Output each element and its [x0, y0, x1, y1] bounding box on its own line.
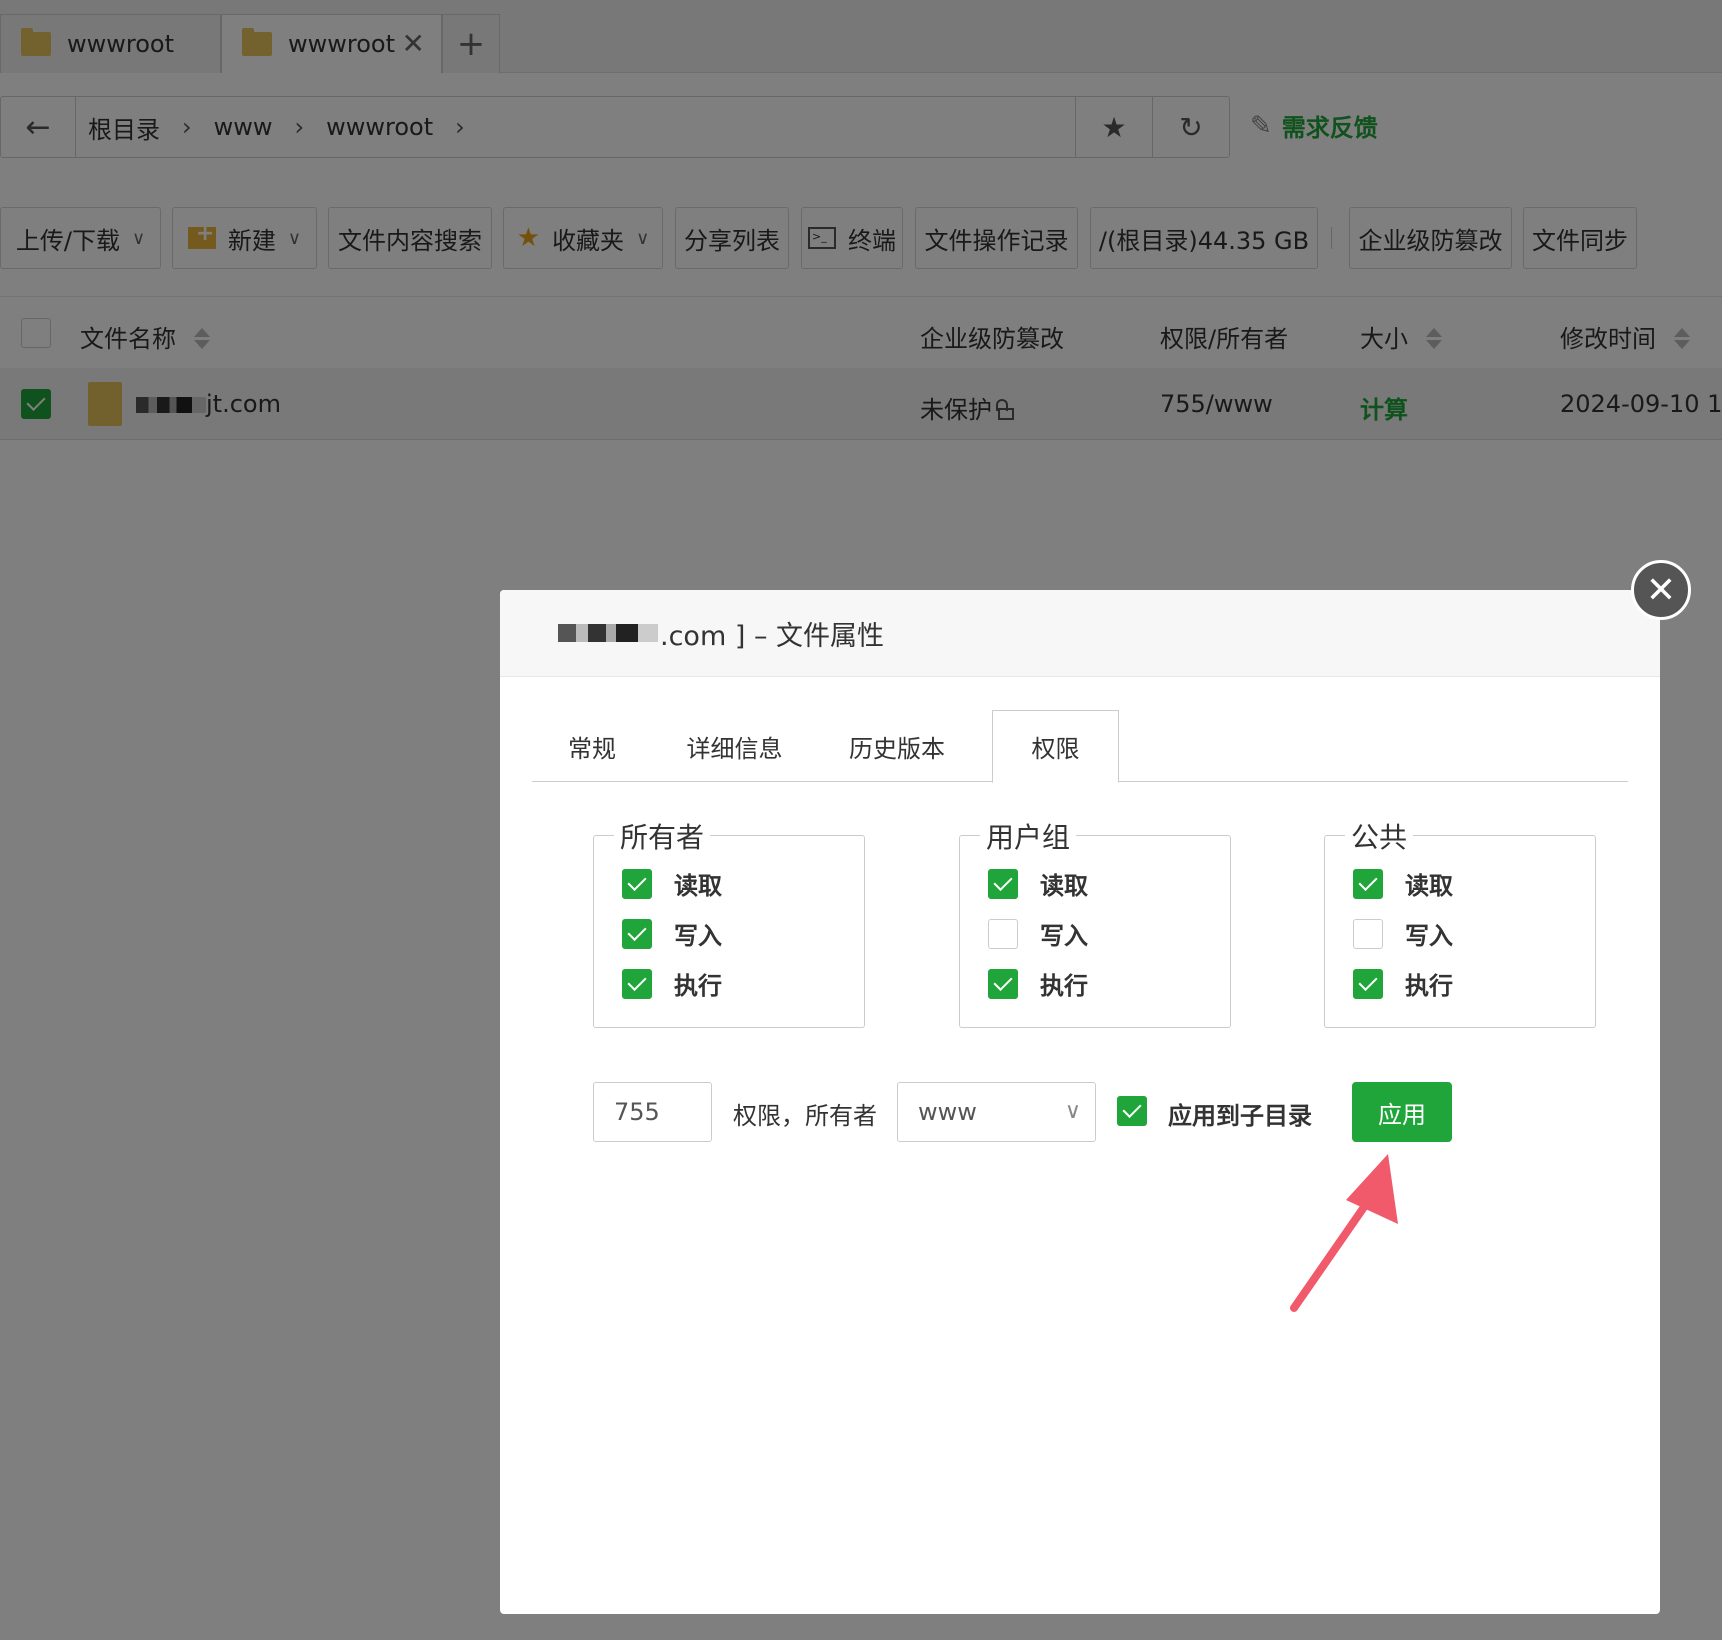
tab-general[interactable]: 常规: [532, 710, 652, 782]
checkbox[interactable]: [622, 968, 652, 999]
checkbox[interactable]: [1353, 918, 1383, 949]
perm-label: 写入: [1405, 922, 1453, 950]
owner-write[interactable]: 写入: [622, 916, 722, 951]
mode-label: 权限，所有者: [733, 1102, 877, 1130]
mode-input[interactable]: 755: [593, 1082, 712, 1142]
group-title: 公共: [1345, 816, 1414, 856]
apply-subdir-checkbox[interactable]: [1117, 1096, 1147, 1126]
tab-permissions[interactable]: 权限: [992, 710, 1119, 783]
group-write[interactable]: 写入: [988, 916, 1088, 951]
checkbox[interactable]: [1353, 868, 1383, 899]
owner-permissions: 所有者 读取 写入 执行: [593, 816, 865, 1028]
perm-label: 执行: [674, 972, 722, 1000]
perm-label: 执行: [1405, 972, 1453, 1000]
perm-label: 写入: [674, 922, 722, 950]
perm-label: 写入: [1040, 922, 1088, 950]
public-exec[interactable]: 执行: [1353, 966, 1453, 1001]
dialog-title-text: .com ] – 文件属性: [660, 620, 885, 652]
checkbox[interactable]: [988, 868, 1018, 899]
group-read[interactable]: 读取: [988, 866, 1088, 901]
group-title: 所有者: [614, 816, 711, 856]
perm-label: 执行: [1040, 972, 1088, 1000]
apply-button[interactable]: 应用: [1352, 1082, 1452, 1142]
chevron-down-icon: ∨: [1064, 1099, 1081, 1124]
tab-history[interactable]: 历史版本: [817, 710, 977, 782]
checkbox[interactable]: [988, 968, 1018, 999]
perm-label: 读取: [674, 872, 722, 900]
checkbox[interactable]: [988, 918, 1018, 949]
tab-details[interactable]: 详细信息: [652, 710, 817, 782]
checkbox[interactable]: [622, 918, 652, 949]
perm-label: 读取: [1040, 872, 1088, 900]
redacted-text: [558, 624, 658, 642]
dialog-title: .com ] – 文件属性: [500, 590, 1660, 677]
permission-controls: 755 权限，所有者 www ∨ 应用到子目录 应用: [500, 1082, 1660, 1142]
annotation-arrow-icon: [1290, 1154, 1398, 1312]
owner-select[interactable]: www ∨: [897, 1082, 1096, 1142]
group-permissions: 用户组 读取 写入 执行: [959, 816, 1231, 1028]
public-write[interactable]: 写入: [1353, 916, 1453, 951]
group-exec[interactable]: 执行: [988, 966, 1088, 1001]
public-permissions: 公共 读取 写入 执行: [1324, 816, 1596, 1028]
checkbox[interactable]: [622, 868, 652, 899]
group-title: 用户组: [980, 816, 1077, 856]
close-circle-icon[interactable]: ✕: [1631, 560, 1691, 620]
owner-select-value: www: [918, 1098, 977, 1126]
owner-read[interactable]: 读取: [622, 866, 722, 901]
file-properties-dialog: .com ] – 文件属性 常规 详细信息 历史版本 权限 所有者 读取 写入 …: [500, 590, 1660, 1614]
dialog-tabs: 常规 详细信息 历史版本 权限: [532, 710, 1628, 783]
apply-subdir-label: 应用到子目录: [1168, 1102, 1312, 1130]
perm-label: 读取: [1405, 872, 1453, 900]
checkbox[interactable]: [1353, 968, 1383, 999]
owner-exec[interactable]: 执行: [622, 966, 722, 1001]
public-read[interactable]: 读取: [1353, 866, 1453, 901]
